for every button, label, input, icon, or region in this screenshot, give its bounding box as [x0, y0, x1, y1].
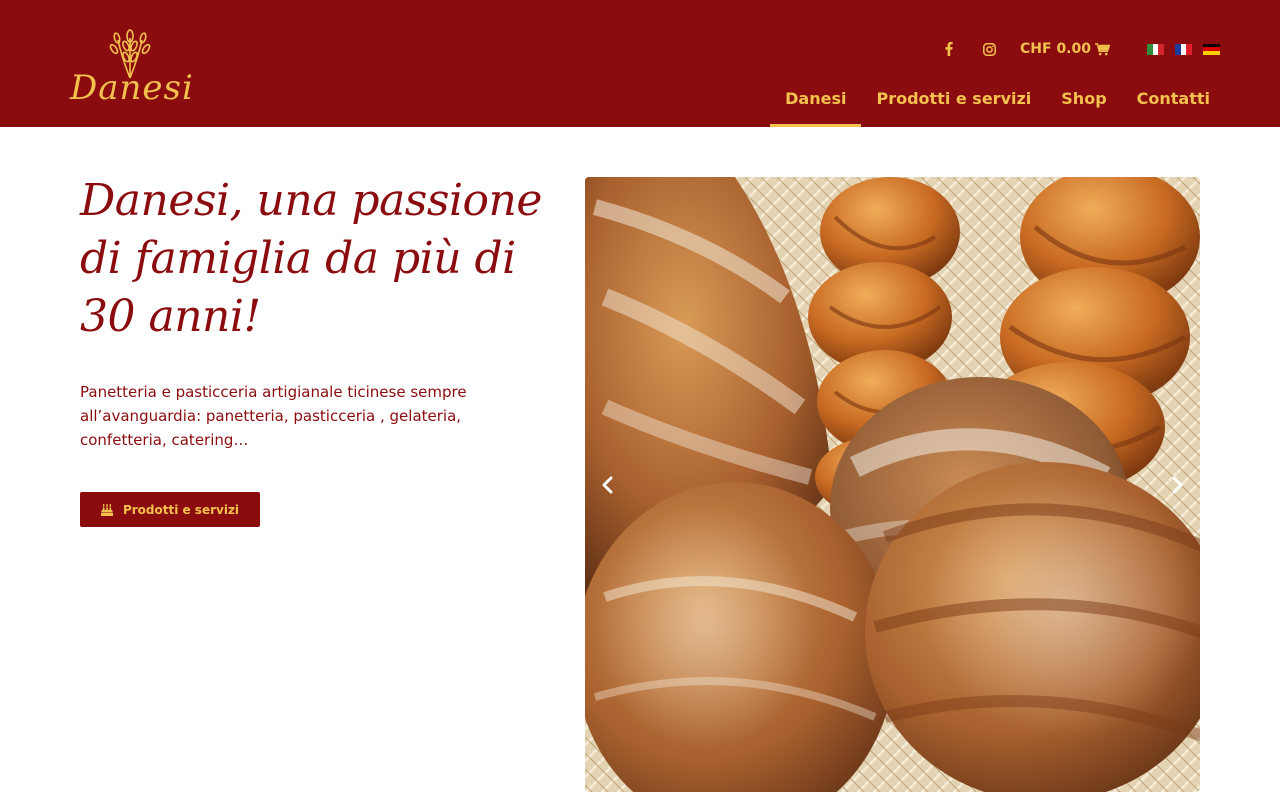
france-flag[interactable] — [1175, 43, 1193, 55]
bread-photo — [585, 177, 1200, 792]
logo[interactable]: Danesi — [68, 28, 194, 110]
products-services-button-label: Prodotti e servizi — [122, 502, 240, 517]
cart-total: CHF 0.00 — [1020, 41, 1091, 57]
instagram-link[interactable] — [978, 38, 1000, 60]
italy-flag[interactable] — [1147, 43, 1165, 55]
cart-link[interactable]: CHF 0.00 — [1020, 41, 1110, 57]
facebook-link[interactable] — [938, 38, 960, 60]
shopping-cart-icon — [1095, 42, 1110, 56]
carousel-next-button[interactable] — [1166, 473, 1190, 497]
nav-item-prodotti-e-servizi[interactable]: Prodotti e servizi — [861, 84, 1046, 127]
instagram-icon — [982, 42, 996, 56]
image-carousel[interactable] — [585, 177, 1200, 792]
main-nav: Danesi Prodotti e servizi Shop Contatti — [770, 84, 1225, 127]
chevron-right-icon — [1172, 476, 1183, 494]
nav-item-contatti[interactable]: Contatti — [1122, 84, 1225, 127]
hero-description: Panetteria e pasticceria artigianale tic… — [80, 383, 467, 449]
header-topbar: CHF 0.00 — [938, 38, 1220, 60]
hero-title: Danesi, una passione di famiglia da più … — [80, 175, 542, 342]
carousel-prev-button[interactable] — [595, 473, 619, 497]
site-header: Danesi CHF 0.00 Danesi Prodotti e serviz… — [0, 0, 1280, 127]
products-services-button[interactable]: Prodotti e servizi — [80, 492, 260, 527]
facebook-icon — [945, 42, 953, 56]
chevron-left-icon — [602, 476, 613, 494]
cake-icon — [100, 503, 113, 516]
germany-flag[interactable] — [1203, 43, 1220, 55]
nav-item-danesi[interactable]: Danesi — [770, 84, 862, 127]
nav-item-shop[interactable]: Shop — [1046, 84, 1121, 127]
logo-text: Danesi — [70, 68, 194, 108]
